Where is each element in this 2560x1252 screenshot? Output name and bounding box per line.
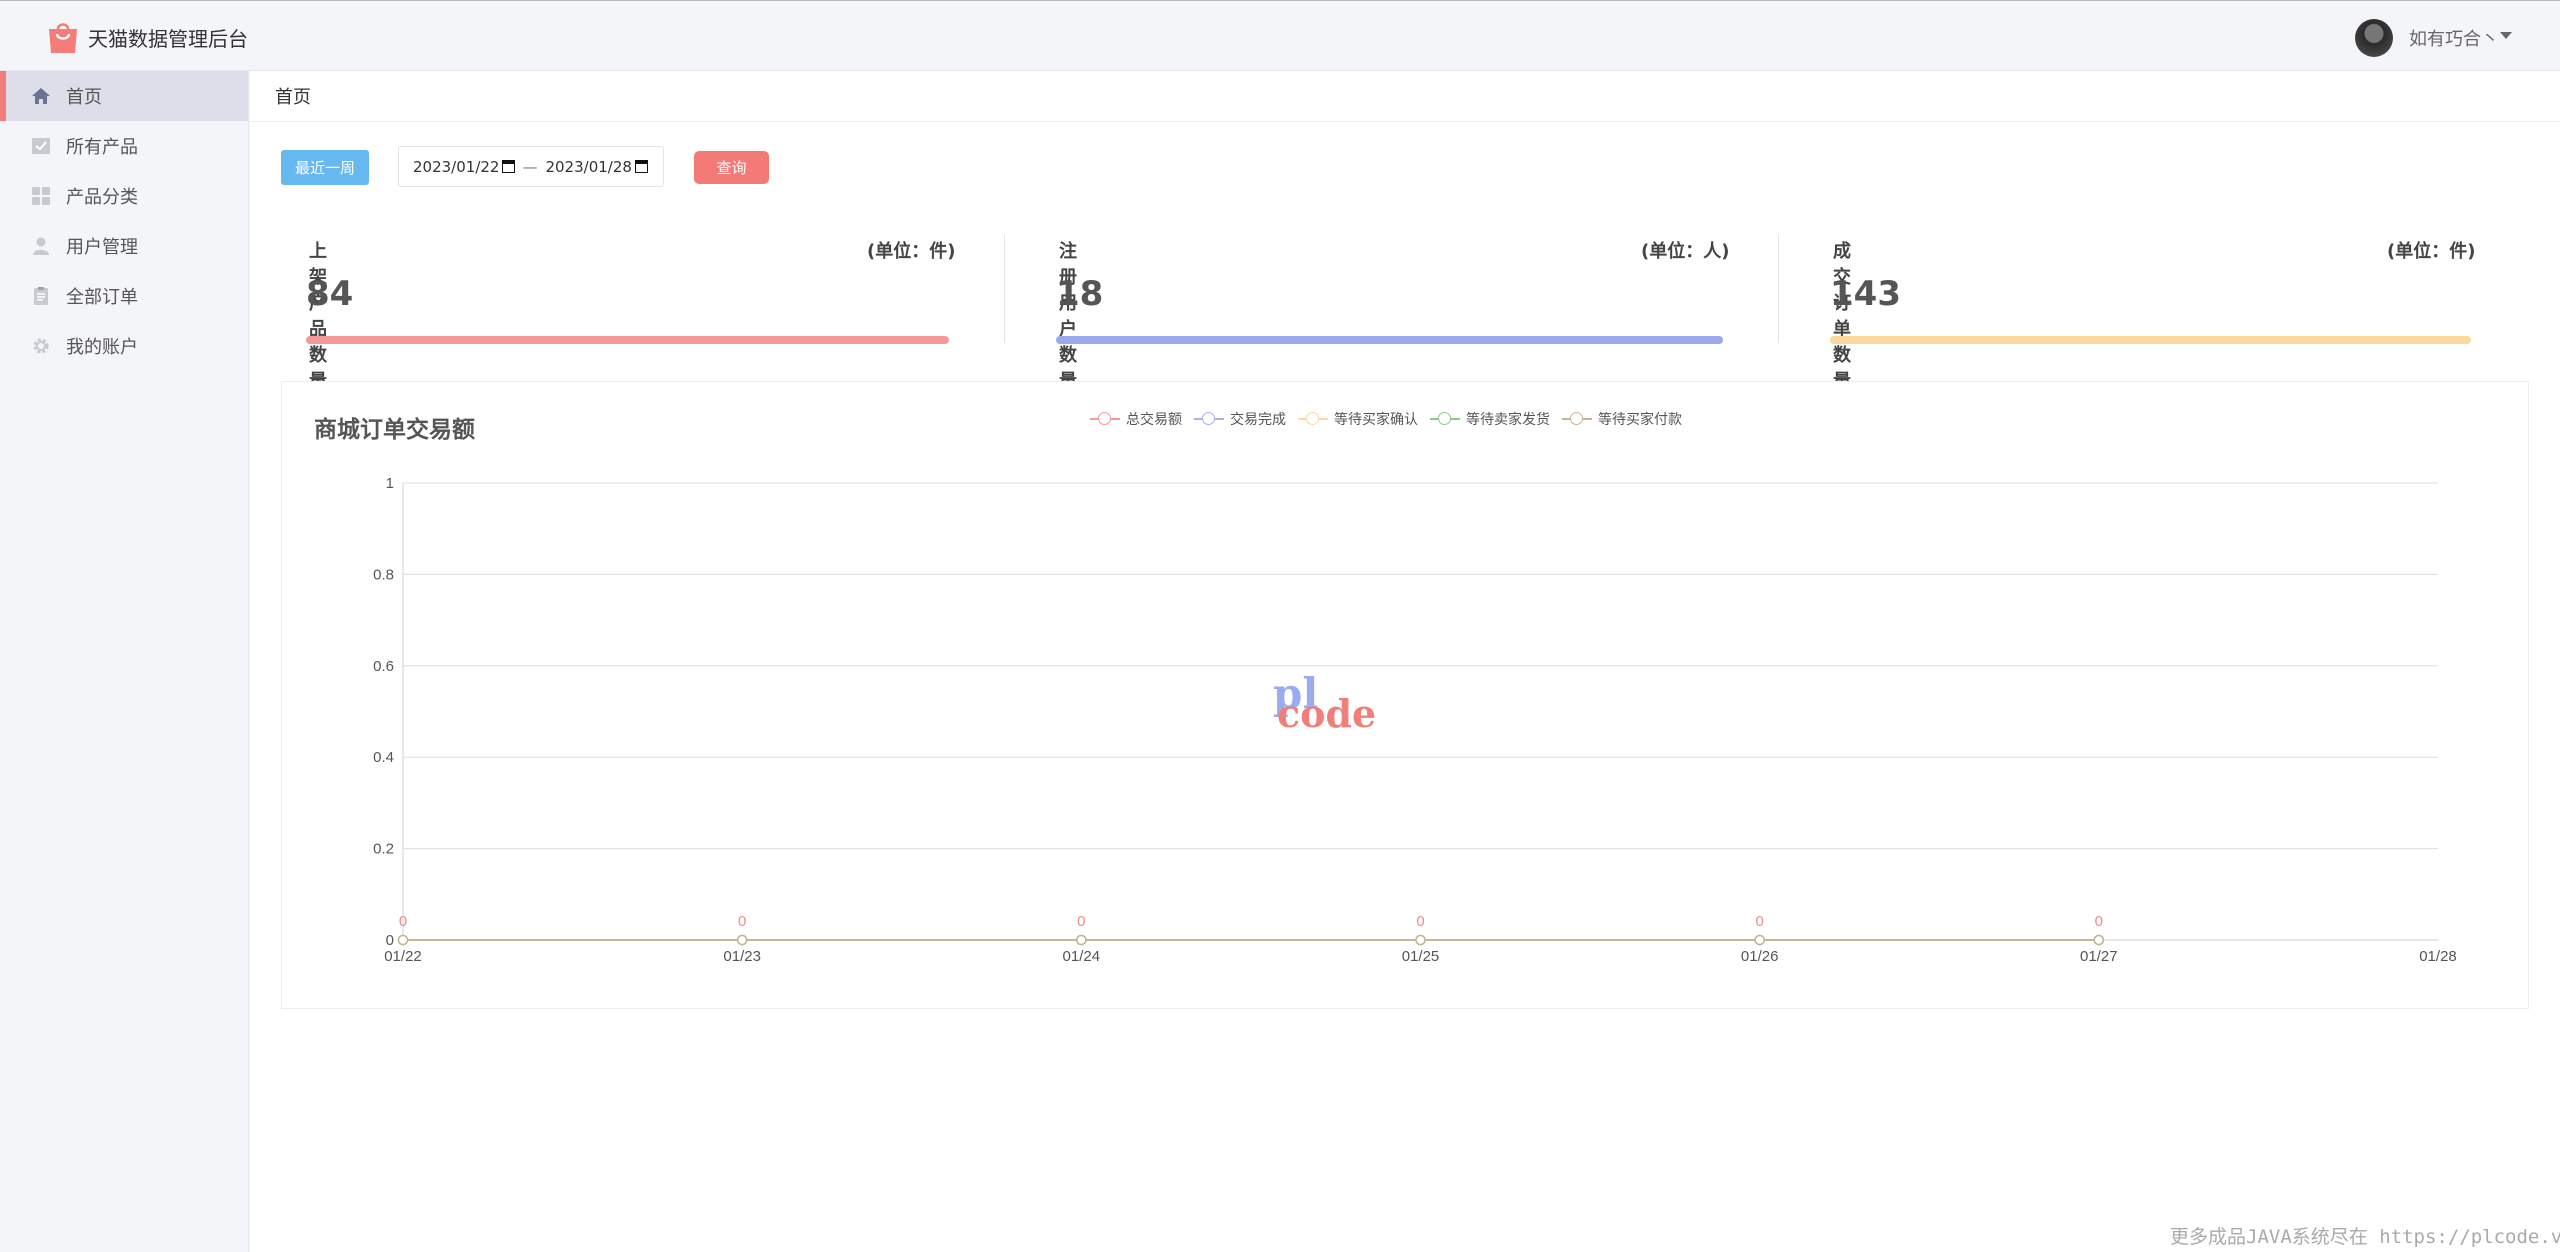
breadcrumb: 首页	[250, 71, 2560, 122]
x-tick-label: 01/28	[2419, 948, 2457, 965]
stat-bar	[1830, 336, 2471, 344]
check-square-icon	[30, 135, 52, 157]
clipboard-icon	[30, 285, 52, 307]
username-label[interactable]: 如有巧合丶	[2409, 25, 2499, 51]
x-tick-label: 01/26	[1741, 948, 1779, 965]
start-date-input[interactable]: 2023/01/22	[413, 157, 516, 176]
x-tick-label: 01/24	[1063, 948, 1101, 965]
sidebar-item-products[interactable]: 所有产品	[0, 121, 248, 171]
y-tick-label: 0.4	[373, 749, 394, 766]
end-date-input[interactable]: 2023/01/28	[545, 157, 648, 176]
end-date-value: 2023/01/28	[545, 157, 632, 176]
sidebar-item-categories[interactable]: 产品分类	[0, 171, 248, 221]
sidebar-item-label: 所有产品	[66, 137, 138, 158]
footer-note: 更多成品JAVA系统尽在 https://plcode.vip	[2170, 1226, 2560, 1248]
y-tick-label: 0.2	[373, 841, 394, 858]
date-separator: —	[522, 157, 538, 176]
query-button[interactable]: 查询	[694, 151, 769, 184]
stat-unit: (单位：件)	[867, 241, 956, 262]
data-point	[736, 934, 748, 946]
y-tick-label: 0.6	[373, 658, 394, 675]
gear-icon	[30, 335, 52, 357]
sidebar-item-label: 我的账户	[66, 337, 138, 358]
y-tick-label: 1	[386, 475, 394, 492]
stat-bar	[306, 336, 949, 344]
x-tick-label: 01/22	[384, 948, 422, 965]
sidebar-item-label: 产品分类	[66, 187, 138, 208]
stat-value: 143	[1830, 274, 1901, 314]
stat-title: 成交订单数量	[1833, 241, 1851, 392]
x-tick-label: 01/25	[1402, 948, 1440, 965]
sidebar-item-label: 首页	[66, 87, 102, 108]
stat-value: 18	[1056, 274, 1104, 314]
data-label: 0	[738, 913, 746, 930]
data-label: 0	[1755, 913, 1763, 930]
data-point	[1754, 934, 1765, 946]
stat-title: 上架产品数量	[309, 241, 327, 392]
x-tick-label: 01/23	[723, 948, 761, 965]
sidebar-item-label: 用户管理	[66, 237, 138, 258]
start-date-value: 2023/01/22	[413, 157, 500, 176]
data-point	[397, 934, 409, 946]
data-point	[2093, 934, 2105, 946]
y-tick-label: 0.8	[373, 566, 394, 583]
data-point	[1076, 934, 1087, 946]
top-header: 天猫数据管理后台 如有巧合丶	[0, 0, 2560, 71]
sidebar-item-orders[interactable]: 全部订单	[0, 271, 248, 321]
sidebar-item-label: 全部订单	[66, 287, 138, 308]
data-point	[1415, 934, 1426, 946]
watermark-bottom: code	[1277, 691, 1377, 736]
date-range-picker[interactable]: 2023/01/22 — 2023/01/28	[398, 146, 664, 187]
stat-title: 注册用户数量	[1059, 241, 1077, 392]
user-icon	[30, 235, 52, 257]
stat-unit: (单位：人)	[1641, 241, 1730, 262]
app-title: 天猫数据管理后台	[88, 27, 248, 51]
data-label: 0	[1416, 913, 1424, 930]
grid-icon	[30, 185, 52, 207]
stat-divider	[1778, 235, 1779, 343]
y-tick-label: 0	[386, 932, 394, 949]
sidebar: 首页 所有产品 产品分类 用户管理 全部订单 我的账户	[0, 71, 249, 1252]
stat-unit: (单位：件)	[2387, 241, 2476, 262]
user-avatar[interactable]	[2355, 19, 2393, 57]
chevron-down-icon[interactable]	[2500, 32, 2512, 39]
calendar-icon[interactable]	[502, 160, 516, 173]
shopping-bag-logo-icon	[49, 23, 77, 53]
home-icon	[30, 85, 52, 107]
stat-bar	[1056, 336, 1723, 344]
data-label: 0	[1077, 913, 1085, 930]
sidebar-item-account[interactable]: 我的账户	[0, 321, 248, 371]
main-content: 首页 最近一周 2023/01/22 — 2023/01/28 查询 上架产品数…	[250, 71, 2560, 1252]
line-chart-svg: 0 0.2 0.4 0.6 0.8 1 01/22 01/23 01/24 01/25 01/26 0…	[373, 475, 2457, 965]
calendar-icon[interactable]	[634, 160, 648, 173]
data-label: 0	[2095, 913, 2103, 930]
order-amount-chart: 商城订单交易额 总交易额 交易完成 等待买家确认 等待卖家发货 等待买家付款 0 0.2 0…	[281, 381, 2529, 1009]
stat-value: 84	[306, 274, 354, 314]
last-week-button[interactable]: 最近一周	[281, 150, 369, 185]
x-tick-label: 01/27	[2080, 948, 2118, 965]
stat-divider	[1004, 235, 1005, 343]
sidebar-item-home[interactable]: 首页	[0, 71, 248, 121]
data-label: 0	[399, 913, 407, 930]
sidebar-item-users[interactable]: 用户管理	[0, 221, 248, 271]
